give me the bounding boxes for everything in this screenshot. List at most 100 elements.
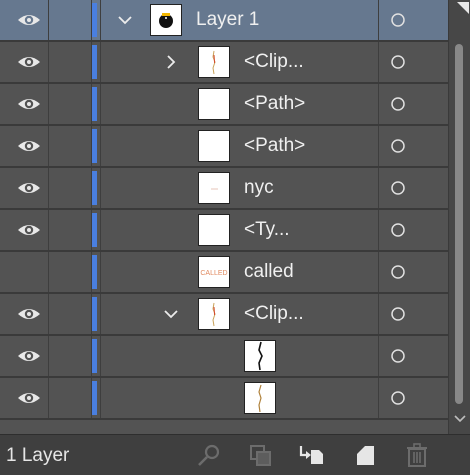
layer-row[interactable]: <Path> [0,126,448,168]
target-circle-icon[interactable] [390,180,406,196]
layer-row[interactable] [0,378,448,420]
visibility-toggle[interactable] [5,336,47,376]
column-divider [378,294,379,334]
layer-row[interactable]: <Path> [0,84,448,126]
lock-toggle[interactable] [48,252,92,292]
chevron-down-icon[interactable] [162,305,180,323]
layer-row[interactable]: <Clip... [0,294,448,336]
layer-row[interactable] [0,336,448,378]
column-divider [100,294,101,334]
create-sublayer-icon[interactable] [298,443,324,467]
column-divider [378,336,379,376]
layer-name[interactable]: nyc [244,177,274,199]
vertical-scrollbar[interactable] [448,0,470,434]
visibility-toggle[interactable] [5,84,47,124]
visibility-toggle[interactable] [5,168,47,208]
lock-toggle[interactable] [48,168,92,208]
crack2-thumb [244,382,276,414]
visibility-toggle[interactable] [5,42,47,82]
lock-toggle[interactable] [48,84,92,124]
column-divider [378,252,379,292]
visibility-toggle[interactable] [5,126,47,166]
target-circle-icon[interactable] [390,348,406,364]
target-circle-icon[interactable] [390,306,406,322]
layer-color-bar [92,213,97,247]
column-divider [100,210,101,250]
visibility-toggle[interactable] [5,294,47,334]
layer-name[interactable]: <Clip... [244,51,304,73]
crack-thumb [244,340,276,372]
column-divider [100,126,101,166]
eye-icon [18,15,40,25]
target-circle-icon[interactable] [390,264,406,280]
scroll-down-arrow-icon[interactable] [454,414,466,424]
target-circle-icon[interactable] [390,96,406,112]
delete-selection-icon[interactable] [404,443,430,467]
blank-thumb [198,88,230,120]
target-circle-icon[interactable] [390,222,406,238]
lock-toggle[interactable] [48,378,92,418]
layer-name[interactable]: <Path> [244,93,305,115]
column-divider [378,378,379,418]
layer-name[interactable]: Layer 1 [196,9,259,31]
target-circle-icon[interactable] [390,390,406,406]
scrollbar-thumb[interactable] [455,44,463,404]
column-divider [378,210,379,250]
layer-row[interactable]: CALLED called [0,252,448,294]
layer-row[interactable]: nyc [0,168,448,210]
visibility-toggle[interactable] [5,0,47,40]
eye-icon [18,99,40,109]
chevron-right-icon[interactable] [162,53,180,71]
layer-color-bar [92,45,97,79]
layer-color-bar [92,87,97,121]
layer-color-bar [92,129,97,163]
layer-color-bar [92,3,97,37]
column-divider [100,168,101,208]
layer-color-bar [92,297,97,331]
create-new-layer-icon[interactable] [352,443,378,467]
target-circle-icon[interactable] [390,138,406,154]
visibility-toggle[interactable] [5,210,47,250]
column-divider [378,126,379,166]
layer-color-bar [92,381,97,415]
column-divider [100,252,101,292]
chevron-down-icon[interactable] [116,11,134,29]
visibility-toggle[interactable] [5,252,47,292]
column-divider [100,336,101,376]
layer-name[interactable]: <Path> [244,135,305,157]
layer-name[interactable]: called [244,261,294,283]
nyc-thumb [198,172,230,204]
visibility-toggle[interactable] [5,378,47,418]
layer-row[interactable]: <Clip... [0,42,448,84]
eye-icon [18,309,40,319]
layer-thumb [150,4,182,36]
layer-name[interactable]: <Clip... [244,303,304,325]
eye-icon [18,393,40,403]
layer-color-bar [92,339,97,373]
lock-toggle[interactable] [48,126,92,166]
column-divider [100,84,101,124]
clip-thumb [198,298,230,330]
locate-object-icon[interactable] [196,443,222,467]
lock-toggle[interactable] [48,0,92,40]
panel-corner-indicator [457,2,469,14]
layers-panel: Layer 1 <Clip... <Path> <Path> nyc <Ty... CALL… [0,0,470,475]
eye-icon [18,183,40,193]
make-clipping-mask-icon[interactable] [248,443,274,467]
target-circle-icon[interactable] [390,12,406,28]
layer-row[interactable]: Layer 1 [0,0,448,42]
lock-toggle[interactable] [48,210,92,250]
lock-toggle[interactable] [48,42,92,82]
layer-name[interactable]: <Ty... [244,219,290,241]
lock-toggle[interactable] [48,336,92,376]
layer-color-bar [92,255,97,289]
column-divider [378,42,379,82]
layer-row[interactable]: <Ty... [0,210,448,252]
layer-count-label: 1 Layer [6,445,70,466]
column-divider [100,378,101,418]
lock-toggle[interactable] [48,294,92,334]
column-divider [378,84,379,124]
target-circle-icon[interactable] [390,54,406,70]
clip-thumb [198,46,230,78]
blank-thumb [198,214,230,246]
